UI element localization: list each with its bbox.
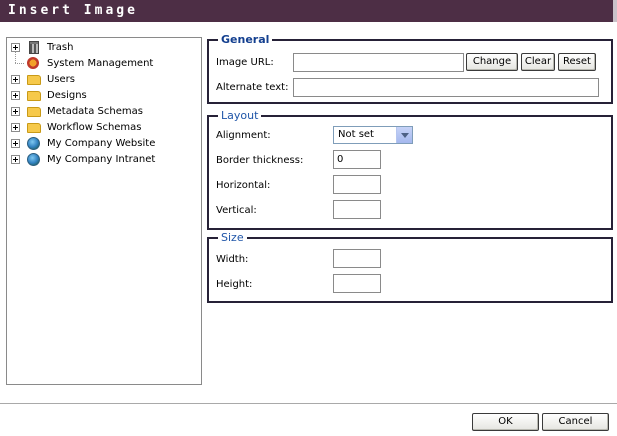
titlebar-edge: [613, 0, 617, 22]
dialog-title: Insert Image: [8, 3, 138, 18]
clear-button[interactable]: Clear: [521, 53, 555, 71]
expand-icon[interactable]: [11, 91, 20, 100]
tree-item-label: Trash: [47, 42, 74, 53]
general-legend: General: [221, 33, 270, 46]
border-thickness-input[interactable]: [333, 150, 381, 169]
layout-legend: Layout: [221, 109, 259, 122]
system-management-icon: [27, 57, 39, 69]
vertical-input[interactable]: [333, 200, 381, 219]
tree-item-my-company-website[interactable]: My Company Website: [7, 136, 197, 152]
trash-icon: [29, 41, 39, 54]
footer-separator: [0, 403, 617, 405]
height-input[interactable]: [333, 274, 381, 293]
expand-icon[interactable]: [11, 43, 20, 52]
size-legend: Size: [221, 231, 244, 244]
tree-item-label: System Management: [47, 58, 154, 69]
tree-item-label: My Company Intranet: [47, 154, 156, 165]
tree-item-label: Designs: [47, 90, 87, 101]
size-group: Size: [207, 232, 613, 303]
alternate-text-label: Alternate text:: [216, 82, 289, 93]
alignment-select[interactable]: Not set: [333, 126, 413, 144]
width-input[interactable]: [333, 249, 381, 268]
tree-item-label: My Company Website: [47, 138, 156, 149]
ok-button[interactable]: OK: [472, 413, 539, 431]
tree-connector: [15, 52, 16, 63]
tree-item-label: Users: [47, 74, 76, 85]
cancel-button[interactable]: Cancel: [542, 413, 609, 431]
expand-icon[interactable]: [11, 155, 20, 164]
folder-icon: [27, 91, 41, 101]
folder-icon: [27, 123, 41, 133]
tree-item-users[interactable]: Users: [7, 72, 197, 88]
folder-icon: [27, 107, 41, 117]
tree-item-label: Workflow Schemas: [47, 122, 142, 133]
tree-connector: [15, 63, 24, 64]
horizontal-input[interactable]: [333, 175, 381, 194]
globe-icon: [27, 153, 40, 166]
change-button[interactable]: Change: [466, 53, 518, 71]
tree-item-designs[interactable]: Designs: [7, 88, 197, 104]
tree-item-metadata-schemas[interactable]: Metadata Schemas: [7, 104, 197, 120]
vertical-label: Vertical:: [216, 205, 257, 216]
dialog-titlebar: Insert Image: [0, 0, 617, 22]
tree-item-my-company-intranet[interactable]: My Company Intranet: [7, 152, 197, 168]
folder-tree[interactable]: Trash System Management Users Designs Me…: [6, 37, 202, 385]
reset-button[interactable]: Reset: [558, 53, 596, 71]
border-thickness-label: Border thickness:: [216, 155, 304, 166]
alternate-text-input[interactable]: [293, 78, 599, 97]
tree-item-trash[interactable]: Trash: [7, 40, 197, 56]
image-url-input[interactable]: [293, 53, 464, 72]
horizontal-label: Horizontal:: [216, 180, 271, 191]
expand-icon[interactable]: [11, 75, 20, 84]
alignment-label: Alignment:: [216, 130, 271, 141]
image-url-label: Image URL:: [216, 57, 274, 68]
height-label: Height:: [216, 279, 253, 290]
alignment-value: Not set: [338, 129, 374, 140]
expand-icon[interactable]: [11, 139, 20, 148]
globe-icon: [27, 137, 40, 150]
tree-item-label: Metadata Schemas: [47, 106, 143, 117]
tree-item-system-management[interactable]: System Management: [7, 52, 197, 72]
tree-item-workflow-schemas[interactable]: Workflow Schemas: [7, 120, 197, 136]
chevron-down-icon[interactable]: [396, 127, 412, 143]
folder-icon: [27, 75, 41, 85]
expand-icon[interactable]: [11, 107, 20, 116]
width-label: Width:: [216, 254, 249, 265]
expand-icon[interactable]: [11, 123, 20, 132]
